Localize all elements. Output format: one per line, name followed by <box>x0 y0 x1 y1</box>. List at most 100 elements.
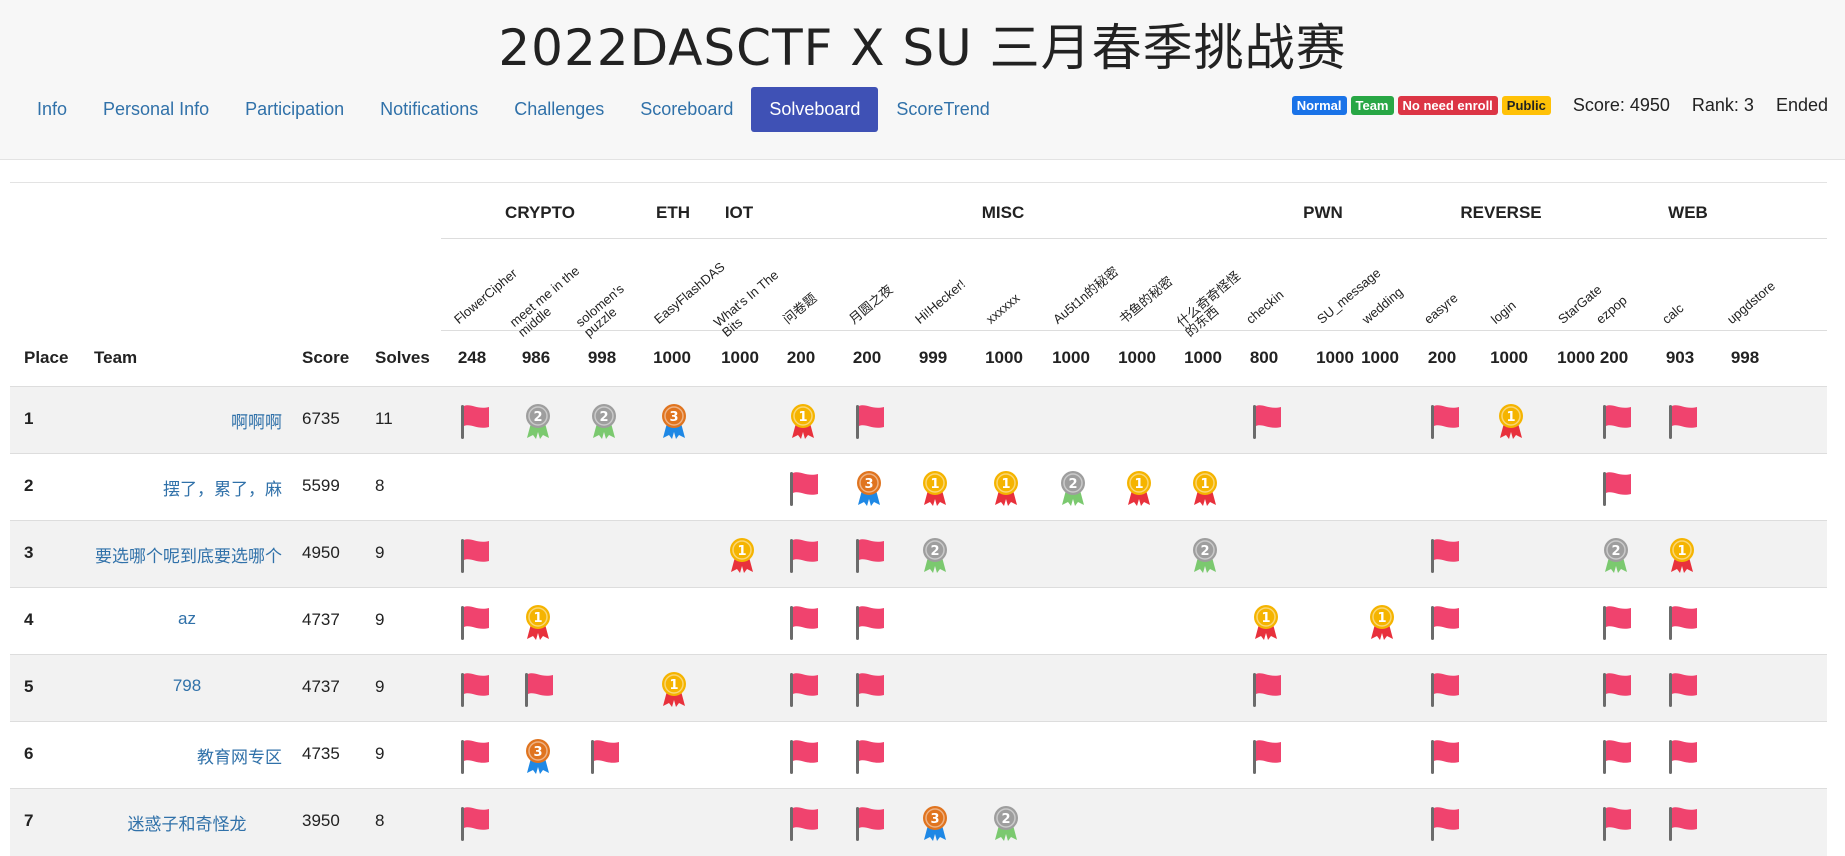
bronze-medal-icon: 3 <box>655 401 693 441</box>
table-row: 7 迷惑子和奇怪龙 3950 8 3 2 <box>10 788 1827 856</box>
solved-flag-icon <box>1663 401 1701 441</box>
solved-flag-icon <box>1663 602 1701 642</box>
category-eth: ETH <box>656 203 690 222</box>
row-team-link[interactable]: 要选哪个呢到底要选哪个 <box>92 542 282 567</box>
badges: Normal Team No need enroll Public <box>1288 96 1551 115</box>
solved-flag-icon <box>850 401 888 441</box>
challenge-name[interactable]: Hi!Hecker! <box>912 258 990 326</box>
gold-medal-icon: 1 <box>1186 468 1224 508</box>
row-team-link[interactable]: 摆了，累了，麻 <box>92 475 282 500</box>
gold-medal-icon: 1 <box>655 669 693 709</box>
solved-flag-icon <box>1663 803 1701 843</box>
badge-team: Team <box>1350 96 1394 115</box>
category-misc: MISC <box>981 203 1025 222</box>
row-team-link[interactable]: 798 <box>92 676 282 696</box>
solved-flag-icon <box>1247 401 1285 441</box>
challenge-score: 1000 <box>1052 348 1090 367</box>
silver-medal-icon: 2 <box>519 401 557 441</box>
challenge-name[interactable]: xxxxxx <box>983 258 1061 327</box>
row-team-link[interactable]: 迷惑子和奇怪龙 <box>92 810 282 835</box>
table-row: 3 要选哪个呢到底要选哪个 4950 9 1 2 2 2 1 <box>10 520 1827 588</box>
svg-text:3: 3 <box>533 745 542 760</box>
solved-flag-icon <box>1425 669 1463 709</box>
category-divider <box>441 238 1827 239</box>
svg-text:3: 3 <box>930 812 939 827</box>
row-team-link[interactable]: az <box>92 609 282 629</box>
row-place: 1 <box>24 409 34 428</box>
svg-text:1: 1 <box>930 477 939 492</box>
solved-flag-icon <box>1247 736 1285 776</box>
svg-text:1: 1 <box>1261 611 1270 626</box>
nav-info[interactable]: Info <box>19 87 85 132</box>
row-score: 4737 <box>302 677 340 696</box>
row-solves: 11 <box>375 409 393 428</box>
row-team-link[interactable]: 啊啊啊 <box>92 408 282 433</box>
solved-flag-icon <box>585 736 623 776</box>
nav-personal-info[interactable]: Personal Info <box>85 87 227 132</box>
solved-flag-icon <box>1597 669 1635 709</box>
solved-flag-icon <box>1663 736 1701 776</box>
table-row: 6 教育网专区 4735 9 3 <box>10 721 1827 789</box>
solved-flag-icon <box>850 736 888 776</box>
row-team-link[interactable]: 教育网专区 <box>92 743 282 768</box>
challenge-name[interactable]: checkin <box>1243 258 1321 327</box>
solved-flag-icon <box>1425 401 1463 441</box>
row-place: 6 <box>24 744 34 763</box>
bronze-medal-icon: 3 <box>916 803 954 843</box>
solved-flag-icon <box>784 803 822 843</box>
solved-flag-icon <box>784 602 822 642</box>
gold-medal-icon: 1 <box>1492 401 1530 441</box>
row-solves: 9 <box>375 543 385 562</box>
solved-flag-icon <box>784 535 822 575</box>
svg-text:2: 2 <box>1611 544 1620 559</box>
svg-text:2: 2 <box>930 544 939 559</box>
badge-normal: Normal <box>1291 96 1347 115</box>
nav-notifications[interactable]: Notifications <box>362 87 496 132</box>
challenge-score: 1000 <box>1557 348 1595 367</box>
header-score: Score <box>302 348 350 367</box>
solved-flag-icon <box>784 468 822 508</box>
gold-medal-icon: 1 <box>1363 602 1401 642</box>
row-score: 4737 <box>302 610 340 629</box>
challenge-score: 999 <box>918 348 948 367</box>
solved-flag-icon <box>850 669 888 709</box>
row-score: 3950 <box>302 811 340 830</box>
nav-participation[interactable]: Participation <box>227 87 362 132</box>
silver-medal-icon: 2 <box>1186 535 1224 575</box>
solved-flag-icon <box>850 803 888 843</box>
solved-flag-icon <box>784 736 822 776</box>
gold-medal-icon: 1 <box>1247 602 1285 642</box>
gold-medal-icon: 1 <box>784 401 822 441</box>
nav-challenges[interactable]: Challenges <box>496 87 622 132</box>
silver-medal-icon: 2 <box>1054 468 1092 508</box>
silver-medal-icon: 2 <box>987 803 1025 843</box>
solved-flag-icon <box>1425 803 1463 843</box>
svg-text:2: 2 <box>1001 812 1010 827</box>
badge-public: Public <box>1501 96 1551 115</box>
bronze-medal-icon: 3 <box>519 736 557 776</box>
challenge-score: 200 <box>786 348 816 367</box>
nav-scoreboard[interactable]: Scoreboard <box>622 87 751 132</box>
solved-flag-icon <box>1425 602 1463 642</box>
gold-medal-icon: 1 <box>723 535 761 575</box>
solved-flag-icon <box>455 602 493 642</box>
challenge-score: 998 <box>1730 348 1760 367</box>
row-place: 2 <box>24 476 34 495</box>
challenge-score: 1000 <box>1118 348 1156 367</box>
row-solves: 9 <box>375 610 385 629</box>
challenge-score: 1000 <box>721 348 759 367</box>
row-score: 6735 <box>302 409 340 428</box>
challenge-score: 1000 <box>1490 348 1528 367</box>
user-rank: Rank: 3 <box>1691 95 1754 115</box>
challenge-name[interactable]: login <box>1488 258 1566 327</box>
gold-medal-icon: 1 <box>916 468 954 508</box>
category-crypto: CRYPTO <box>505 203 575 222</box>
row-solves: 8 <box>375 476 385 495</box>
bronze-medal-icon: 3 <box>850 468 888 508</box>
svg-text:1: 1 <box>669 678 678 693</box>
nav-scoretrend[interactable]: ScoreTrend <box>878 87 1007 132</box>
solved-flag-icon <box>1597 602 1635 642</box>
nav-solveboard[interactable]: Solveboard <box>751 87 879 132</box>
challenge-score: 1000 <box>985 348 1023 367</box>
user-score: Score: 4950 <box>1572 95 1670 115</box>
